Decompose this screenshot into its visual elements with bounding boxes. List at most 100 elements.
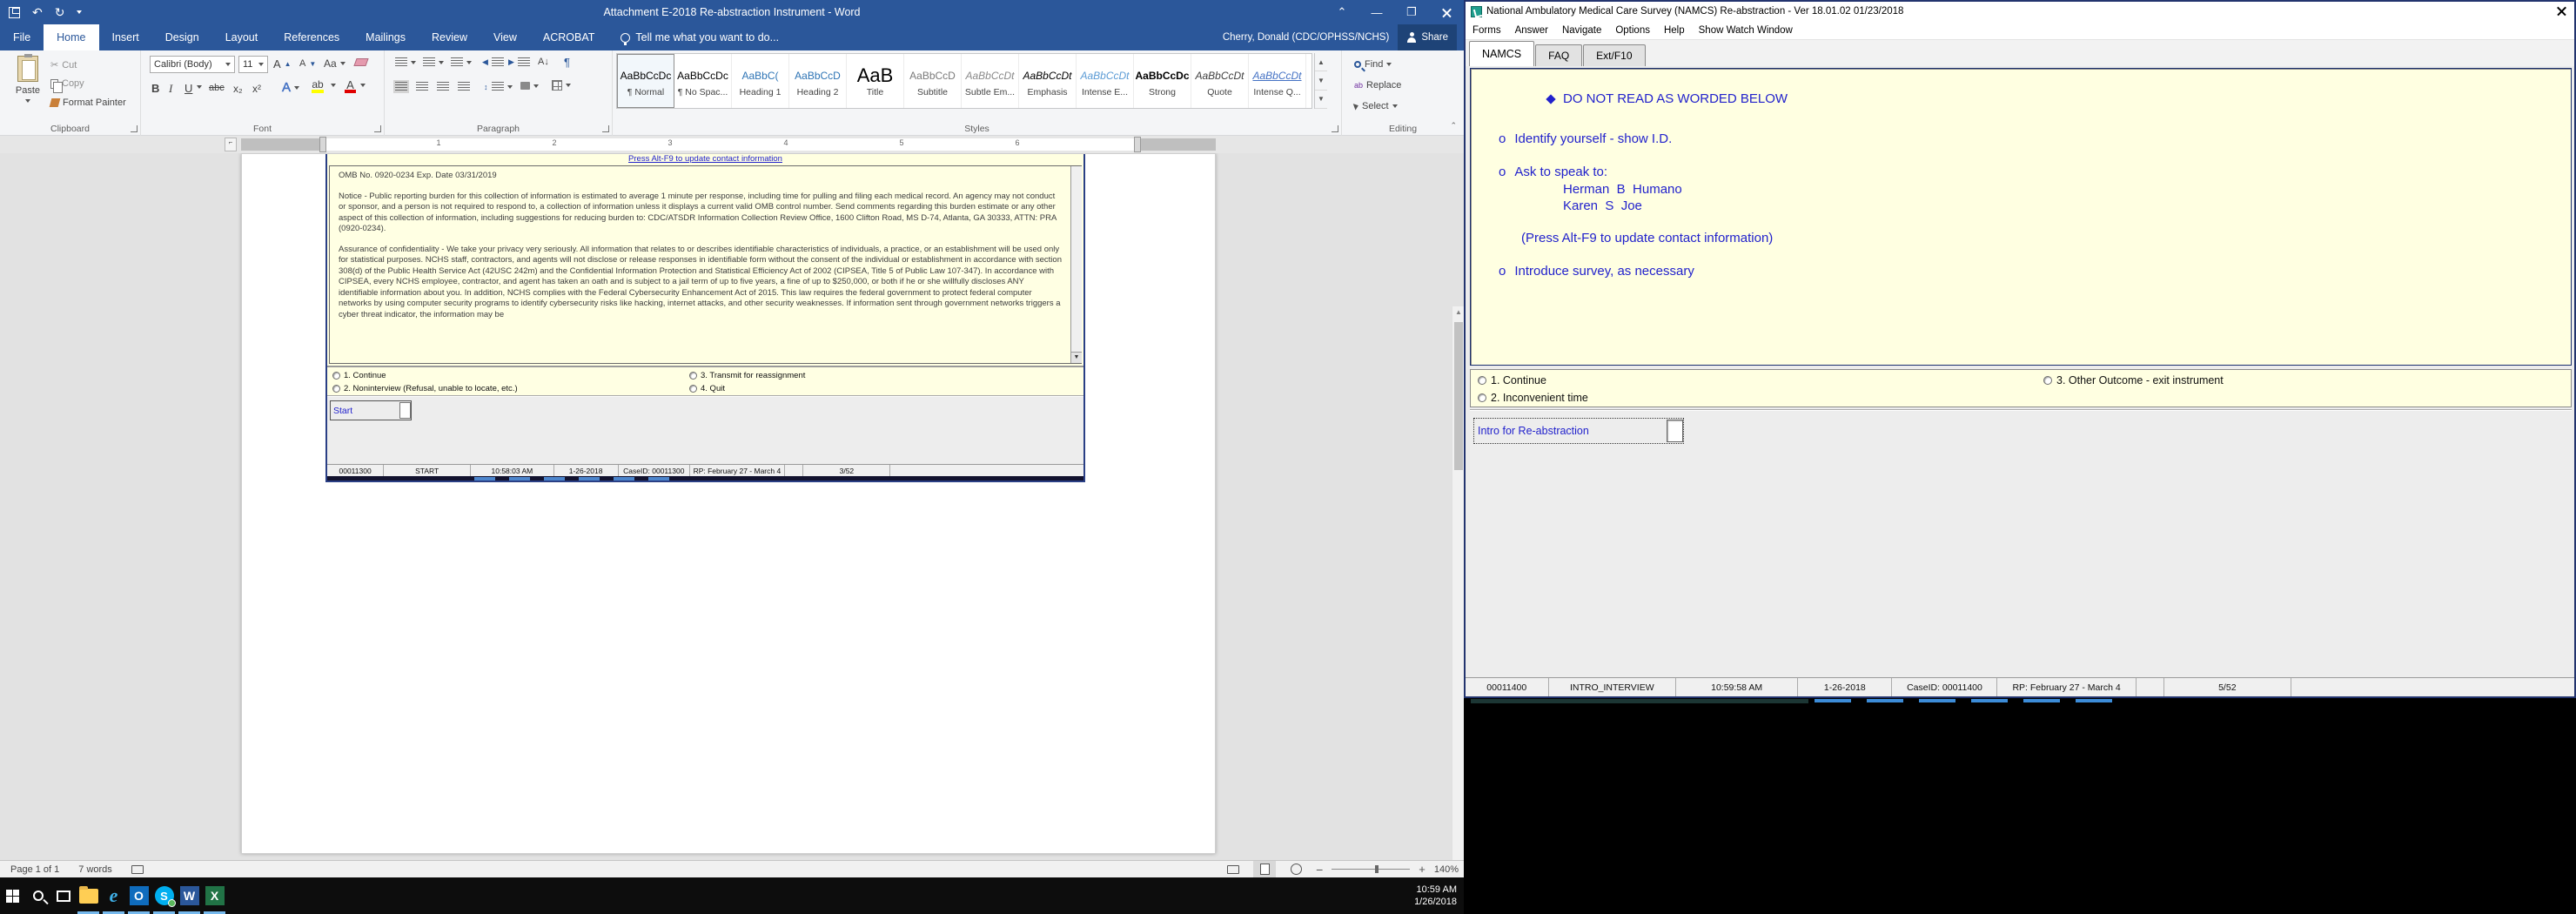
format-painter-button[interactable]: Format Painter: [50, 97, 126, 108]
style-heading1[interactable]: AaBbC(Heading 1: [732, 54, 789, 108]
font-dialog-launcher[interactable]: [374, 125, 381, 132]
document-canvas[interactable]: Press Alt-F9 to update contact informati…: [0, 153, 1464, 860]
sort-button[interactable]: A↓: [538, 57, 549, 67]
word-vertical-scrollbar[interactable]: ▲ ▼: [1452, 306, 1464, 860]
horizontal-ruler[interactable]: ⌐ 1 2 3 4 5 6: [0, 136, 1464, 153]
collapse-ribbon-icon[interactable]: ⌃: [1450, 121, 1457, 131]
find-button[interactable]: Find: [1354, 59, 1392, 70]
show-hide-pilcrow-button[interactable]: ¶: [564, 56, 570, 69]
tab-acrobat[interactable]: ACROBAT: [530, 24, 608, 50]
copy-button[interactable]: Copy: [50, 78, 84, 89]
borders-button[interactable]: [552, 80, 571, 91]
tab-faq[interactable]: FAQ: [1535, 44, 1582, 66]
survey-close-button[interactable]: [2553, 3, 2569, 18]
change-case-button[interactable]: Aa: [324, 57, 345, 70]
underline-button[interactable]: U: [184, 82, 192, 95]
menu-answer[interactable]: Answer: [1508, 25, 1555, 36]
styles-scroll-down-icon[interactable]: ▼: [1315, 71, 1327, 90]
option-other-outcome[interactable]: 3. Other Outcome - exit instrument: [2043, 374, 2224, 386]
tab-review[interactable]: Review: [419, 24, 480, 50]
internet-explorer-button[interactable]: e: [101, 877, 126, 914]
radio-icon[interactable]: [1478, 376, 1486, 385]
shrink-font-button[interactable]: A▼: [299, 58, 316, 69]
menu-forms[interactable]: Forms: [1466, 25, 1508, 36]
start-button[interactable]: [0, 877, 25, 914]
clear-formatting-button[interactable]: [355, 58, 367, 66]
search-button[interactable]: [25, 877, 50, 914]
style-intense-emphasis[interactable]: AaBbCcDtIntense E...: [1077, 54, 1134, 108]
menu-options[interactable]: Options: [1608, 25, 1657, 36]
tell-me-box[interactable]: Tell me what you want to do...: [607, 24, 792, 50]
indent-marker-right[interactable]: [1134, 137, 1141, 152]
tab-file[interactable]: File: [0, 24, 44, 50]
strikethrough-button[interactable]: abc: [209, 83, 225, 93]
print-layout-button[interactable]: [1253, 861, 1276, 877]
style-title[interactable]: AaBTitle: [847, 54, 904, 108]
styles-more-icon[interactable]: ▼: [1315, 91, 1327, 109]
align-center-button[interactable]: [416, 82, 428, 91]
option-continue[interactable]: 1. Continue: [1478, 374, 1546, 386]
web-layout-button[interactable]: [1285, 861, 1307, 877]
tab-namcs[interactable]: NAMCS: [1469, 41, 1534, 66]
shading-button[interactable]: [520, 82, 539, 90]
outlook-button[interactable]: O: [126, 877, 151, 914]
style-emphasis[interactable]: AaBbCcDtEmphasis: [1019, 54, 1077, 108]
word-count[interactable]: 7 words: [78, 864, 112, 875]
replace-button[interactable]: abReplace: [1354, 80, 1401, 91]
tab-layout[interactable]: Layout: [212, 24, 272, 50]
underline-dropdown[interactable]: [197, 85, 202, 89]
zoom-in-button[interactable]: +: [1419, 863, 1426, 876]
paragraph-dialog-launcher[interactable]: [602, 125, 609, 132]
justify-button[interactable]: [458, 82, 470, 91]
tab-ext-f10[interactable]: Ext/F10: [1583, 44, 1645, 66]
decrease-indent-button[interactable]: ◀: [482, 57, 504, 67]
clipboard-dialog-launcher[interactable]: [131, 125, 138, 132]
styles-scroll-up-icon[interactable]: ▲: [1315, 53, 1327, 71]
style-normal[interactable]: AaBbCcDc¶ Normal: [617, 54, 674, 108]
style-no-spacing[interactable]: AaBbCcDc¶ No Spac...: [674, 54, 732, 108]
multilevel-list-button[interactable]: [451, 57, 472, 67]
align-right-button[interactable]: [437, 82, 449, 91]
align-left-button[interactable]: [393, 80, 409, 93]
superscript-button[interactable]: x²: [252, 83, 261, 95]
style-intense-quote[interactable]: AaBbCcDtIntense Q...: [1249, 54, 1306, 108]
subscript-button[interactable]: x₂: [233, 83, 243, 95]
excel-taskbar-button[interactable]: X: [202, 877, 227, 914]
text-effects-button[interactable]: A: [282, 80, 299, 95]
proofing-icon[interactable]: [131, 865, 144, 874]
cut-button[interactable]: ✂ Cut: [50, 59, 77, 71]
taskbar-clock[interactable]: 10:59 AM 1/26/2018: [1414, 877, 1457, 914]
select-button[interactable]: Select: [1354, 101, 1398, 111]
task-view-button[interactable]: [50, 877, 76, 914]
highlight-dropdown[interactable]: [331, 84, 336, 87]
radio-icon[interactable]: [2043, 376, 2052, 385]
style-strong[interactable]: AaBbCcDcStrong: [1134, 54, 1191, 108]
word-taskbar-button[interactable]: W: [177, 877, 202, 914]
style-subtitle[interactable]: AaBbCcDSubtitle: [904, 54, 962, 108]
menu-show-watch-window[interactable]: Show Watch Window: [1692, 25, 1800, 36]
grow-font-button[interactable]: A▲: [273, 57, 292, 71]
tab-insert[interactable]: Insert: [99, 24, 152, 50]
italic-button[interactable]: I: [169, 82, 172, 96]
intro-field-input[interactable]: [1667, 420, 1683, 442]
style-quote[interactable]: AaBbCcDtQuote: [1191, 54, 1249, 108]
tab-design[interactable]: Design: [152, 24, 212, 50]
restore-button[interactable]: ❐: [1394, 0, 1429, 24]
increase-indent-button[interactable]: ▶: [508, 57, 530, 67]
bullets-button[interactable]: [395, 57, 416, 67]
zoom-level[interactable]: 140%: [1434, 864, 1459, 875]
tab-stop-selector[interactable]: ⌐: [225, 138, 237, 151]
zoom-out-button[interactable]: −: [1316, 863, 1323, 877]
highlight-button[interactable]: ab: [312, 80, 324, 93]
zoom-slider-thumb[interactable]: [1375, 865, 1379, 873]
font-name-combo[interactable]: Calibri (Body): [150, 56, 235, 73]
option-inconvenient-time[interactable]: 2. Inconvenient time: [1478, 392, 1588, 404]
intro-field[interactable]: Intro for Re-abstraction: [1473, 418, 1684, 444]
font-color-dropdown[interactable]: [360, 84, 366, 87]
document-page[interactable]: Press Alt-F9 to update contact informati…: [241, 153, 1216, 854]
styles-gallery-scroll[interactable]: ▲ ▼ ▼: [1314, 53, 1327, 109]
close-button[interactable]: [1429, 0, 1464, 24]
indent-marker-left[interactable]: [319, 137, 326, 152]
line-spacing-button[interactable]: ↕: [484, 82, 513, 91]
style-heading2[interactable]: AaBbCcDHeading 2: [789, 54, 847, 108]
